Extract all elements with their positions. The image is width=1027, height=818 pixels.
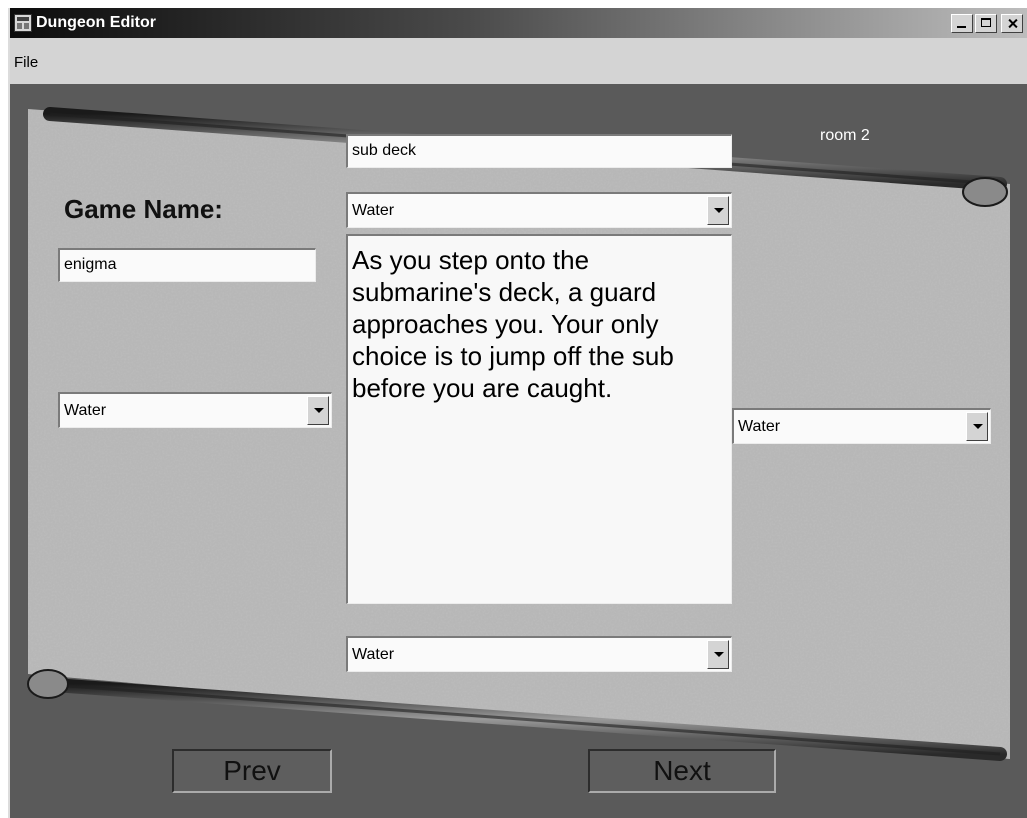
exit-north-value: Water	[352, 202, 395, 219]
title-bar[interactable]: Dungeon Editor	[10, 8, 1027, 38]
chevron-down-icon[interactable]	[966, 412, 988, 441]
exit-west-select[interactable]: Water	[58, 392, 332, 428]
editor-canvas: room 2 sub deck Water Game Name: enigma …	[10, 84, 1027, 818]
dungeon-editor-window: Dungeon Editor File room 2 sub deck Wate…	[8, 8, 1027, 818]
app-icon	[14, 14, 32, 32]
next-button[interactable]: Next	[588, 749, 776, 793]
menu-file[interactable]: File	[14, 54, 38, 71]
window-title: Dungeon Editor	[36, 14, 156, 31]
close-button[interactable]	[1001, 14, 1023, 33]
game-name-input[interactable]: enigma	[58, 248, 316, 282]
room-description-textarea[interactable]: As you step onto the submarine's deck, a…	[346, 234, 732, 604]
menu-bar: File	[10, 38, 1027, 84]
minimize-button[interactable]	[951, 14, 973, 33]
chevron-down-icon[interactable]	[707, 640, 729, 669]
exit-east-value: Water	[738, 418, 781, 435]
exit-south-select[interactable]: Water	[346, 636, 732, 672]
exit-east-select[interactable]: Water	[732, 408, 991, 444]
chevron-down-icon[interactable]	[307, 396, 329, 425]
maximize-button[interactable]	[975, 14, 997, 33]
room-name-input[interactable]: sub deck	[346, 134, 732, 168]
exit-south-value: Water	[352, 646, 395, 663]
exit-north-select[interactable]: Water	[346, 192, 732, 228]
game-name-label: Game Name:	[64, 194, 223, 224]
prev-button[interactable]: Prev	[172, 749, 332, 793]
exit-west-value: Water	[64, 402, 107, 419]
room-number-label: room 2	[820, 127, 870, 144]
window-controls	[951, 14, 1023, 33]
chevron-down-icon[interactable]	[707, 196, 729, 225]
